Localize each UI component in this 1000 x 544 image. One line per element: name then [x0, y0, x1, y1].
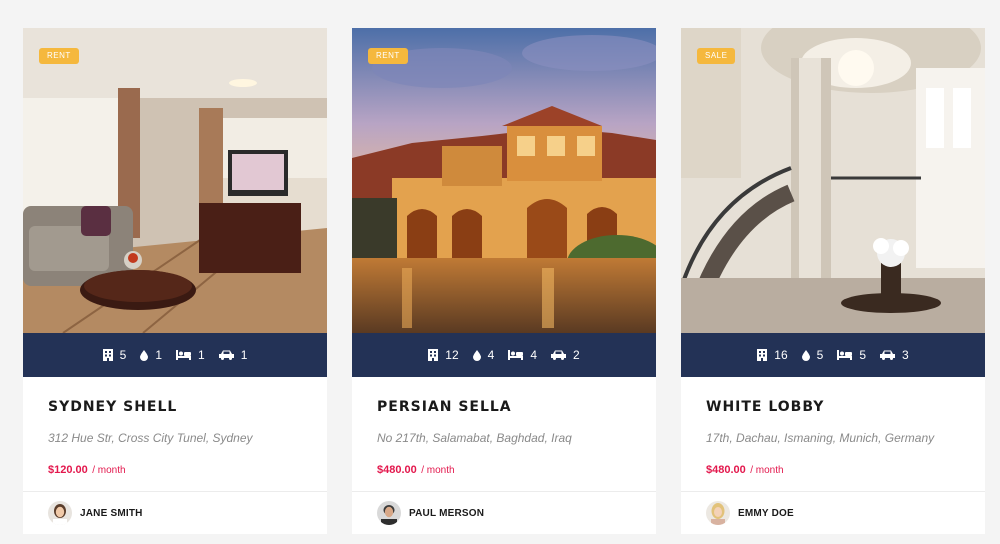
agent-name[interactable]: JANE SMITH [80, 508, 143, 519]
property-title[interactable]: PERSIAN SELLA [377, 399, 512, 415]
bed-icon [837, 350, 853, 360]
lobby-interior-photo [681, 28, 985, 333]
price-line: $480.00 / month [706, 460, 784, 478]
water-drop-icon [801, 349, 810, 361]
agent-avatar [377, 501, 401, 525]
listing-grid: RENT 5 1 1 1 SYDNEY SHELL 312 Hue Str, C… [23, 28, 993, 544]
garages-count: 2 [573, 348, 580, 362]
property-stats-bar: 12 4 4 2 [352, 333, 656, 377]
water-drop-icon [140, 349, 149, 361]
car-icon [218, 350, 234, 360]
property-title[interactable]: SYDNEY SHELL [48, 399, 177, 415]
garages-count: 1 [240, 348, 248, 362]
building-icon [428, 349, 439, 361]
property-price: $480.00 [377, 464, 417, 476]
property-address: No 217th, Salamabat, Baghdad, Iraq [377, 431, 572, 445]
listing-type-badge: RENT [368, 48, 408, 64]
building-icon [757, 349, 768, 361]
bed-icon [508, 350, 524, 360]
beds-count: 1 [198, 348, 205, 362]
property-price: $120.00 [48, 464, 88, 476]
property-title[interactable]: WHITE LOBBY [706, 399, 824, 415]
property-price: $480.00 [706, 464, 746, 476]
stat-beds: 5 [837, 348, 866, 362]
listing-type-badge: SALE [697, 48, 736, 64]
agent-avatar [706, 501, 730, 525]
agent-info[interactable]: PAUL MERSON [377, 501, 484, 525]
water-drop-icon [472, 349, 481, 361]
agent-info[interactable]: EMMY DOE [706, 501, 794, 525]
stat-baths: 4 [472, 348, 495, 362]
property-photo[interactable]: SALE [681, 28, 985, 333]
property-card[interactable]: RENT 12 4 4 2 PERSIAN SELLA No 217th, Sa… [352, 28, 656, 534]
property-address: 312 Hue Str, Cross City Tunel, Sydney [48, 431, 253, 445]
price-line: $120.00 / month [48, 460, 126, 478]
price-period: / month [750, 465, 784, 476]
property-photo[interactable]: RENT [352, 28, 656, 333]
stat-garages: 3 [880, 348, 909, 362]
property-card[interactable]: SALE 16 5 5 3 WHITE LOBBY 17th, Dachau, … [681, 28, 985, 534]
garages-count: 3 [902, 348, 909, 362]
car-icon [551, 350, 567, 360]
stat-baths: 1 [140, 348, 162, 362]
property-stats-bar: 16 5 5 3 [681, 333, 985, 377]
property-card[interactable]: RENT 5 1 1 1 SYDNEY SHELL 312 Hue Str, C… [23, 28, 327, 534]
bed-icon [176, 350, 191, 360]
beds-count: 5 [859, 348, 867, 362]
price-period: / month [92, 465, 126, 476]
agent-name[interactable]: EMMY DOE [738, 508, 794, 519]
baths-count: 1 [155, 348, 162, 362]
stat-beds: 4 [508, 348, 537, 362]
floors-count: 16 [774, 348, 788, 362]
baths-count: 4 [487, 348, 495, 362]
stat-beds: 1 [176, 348, 205, 362]
card-divider [352, 491, 656, 492]
hotel-room-photo [23, 28, 327, 333]
stat-floors: 5 [102, 348, 127, 362]
property-address: 17th, Dachau, Ismaning, Munich, Germany [706, 431, 935, 445]
agent-info[interactable]: JANE SMITH [48, 501, 143, 525]
baths-count: 5 [816, 348, 824, 362]
price-line: $480.00 / month [377, 460, 455, 478]
agent-avatar [48, 501, 72, 525]
listing-type-badge: RENT [39, 48, 79, 64]
stat-garages: 1 [218, 348, 248, 362]
stat-floors: 12 [428, 348, 459, 362]
building-icon [102, 349, 113, 361]
beds-count: 4 [530, 348, 538, 362]
property-photo[interactable]: RENT [23, 28, 327, 333]
card-divider [23, 491, 327, 492]
price-period: / month [421, 465, 455, 476]
villa-exterior-photo [352, 28, 656, 333]
car-icon [880, 350, 896, 360]
property-stats-bar: 5 1 1 1 [23, 333, 327, 377]
card-divider [681, 491, 985, 492]
floors-count: 12 [445, 348, 459, 362]
floors-count: 5 [119, 348, 127, 362]
stat-floors: 16 [757, 348, 788, 362]
stat-baths: 5 [801, 348, 824, 362]
stat-garages: 2 [551, 348, 580, 362]
agent-name[interactable]: PAUL MERSON [409, 508, 484, 519]
